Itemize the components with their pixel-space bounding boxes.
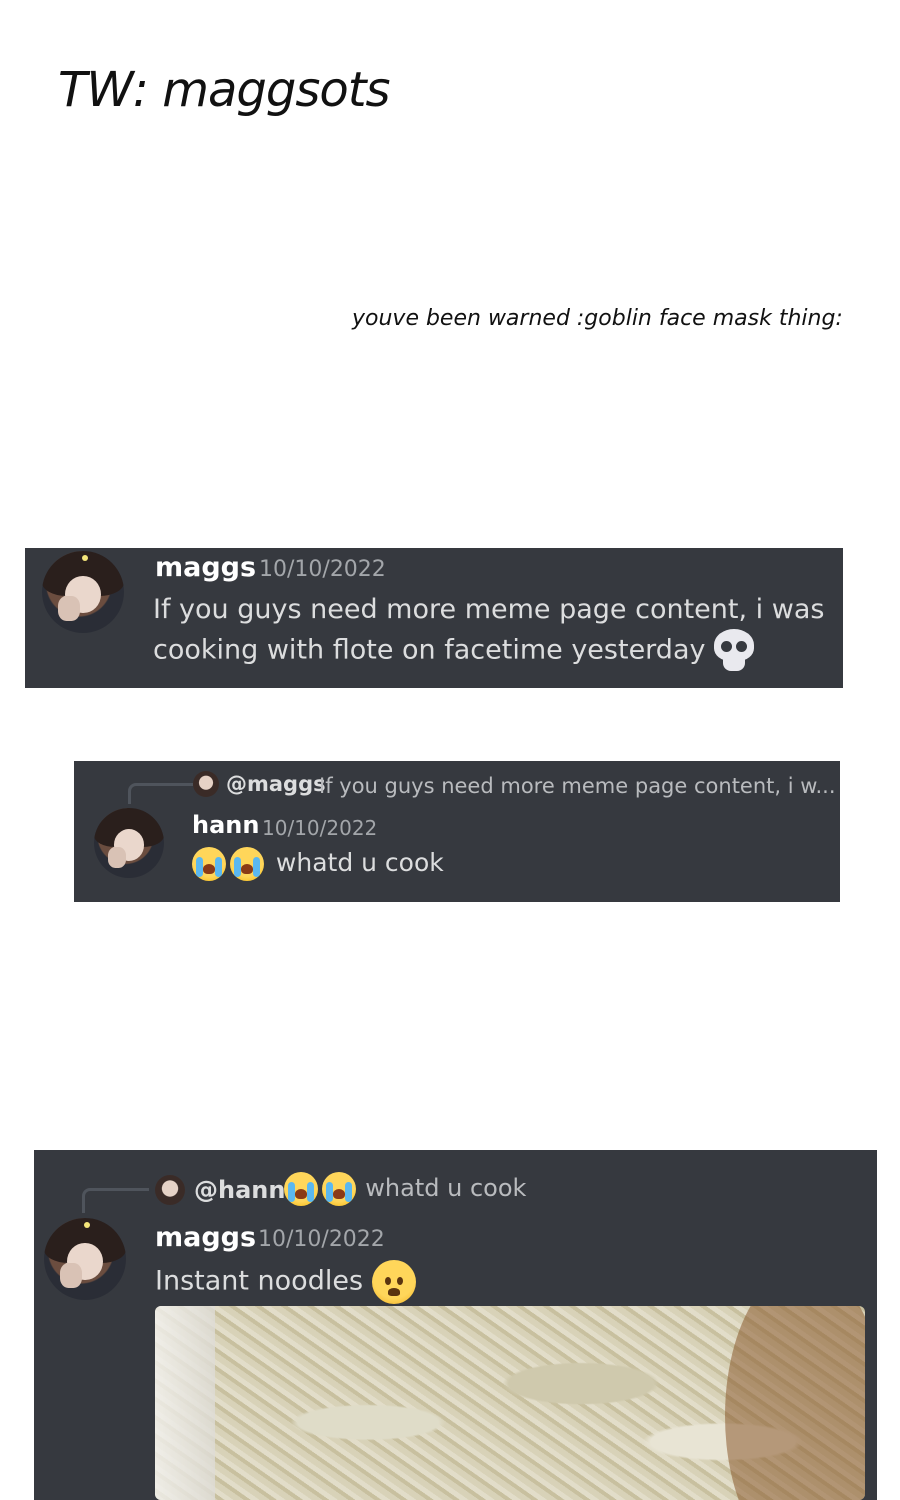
- loudly-crying-icon: [229, 847, 264, 881]
- message-text: Instant noodles: [155, 1260, 416, 1304]
- loudly-crying-icon: [284, 1172, 318, 1206]
- avatar[interactable]: [42, 551, 124, 633]
- worried-face-icon: [371, 1260, 416, 1304]
- reply-author[interactable]: @hann: [194, 1176, 285, 1204]
- reply-connector: [82, 1188, 149, 1213]
- warning-subtitle: youve been warned :goblin face mask thin…: [352, 306, 843, 331]
- message-body: whatd u cook: [275, 848, 444, 877]
- avatar[interactable]: [94, 808, 164, 878]
- page-title: TW: maggsots: [58, 62, 391, 118]
- timestamp: 10/10/2022: [259, 557, 386, 582]
- skull-icon: [714, 629, 755, 673]
- reply-connector: [128, 783, 193, 804]
- reply-avatar: [193, 771, 219, 797]
- timestamp: 10/10/2022: [258, 1227, 385, 1252]
- message-body: Instant noodles: [155, 1265, 364, 1297]
- message-text-line-1: If you guys need more meme page content,…: [153, 594, 825, 625]
- author-name[interactable]: maggs: [155, 552, 256, 583]
- noodles-photo[interactable]: [155, 1306, 865, 1500]
- reply-preview-text[interactable]: If you guys need more meme page content,…: [319, 774, 836, 798]
- loudly-crying-icon: [321, 1172, 356, 1206]
- reply-author[interactable]: @maggs: [226, 772, 326, 796]
- loudly-crying-icon: [192, 847, 226, 881]
- message-text-line-2: cooking with flote on facetime yesterday: [153, 634, 706, 666]
- message-card-2: @maggs If you guys need more meme page c…: [74, 761, 840, 902]
- message-text: If you guys need more meme page content,…: [153, 590, 833, 673]
- reply-preview-body: whatd u cook: [365, 1174, 527, 1202]
- reply-avatar: [155, 1175, 185, 1205]
- author-name[interactable]: hann: [192, 811, 259, 839]
- message-card-1: maggs 10/10/2022 If you guys need more m…: [25, 548, 843, 688]
- message-text: whatd u cook: [192, 845, 444, 881]
- timestamp: 10/10/2022: [262, 816, 378, 840]
- reply-preview-text[interactable]: whatd u cook: [284, 1172, 526, 1206]
- avatar[interactable]: [44, 1218, 126, 1300]
- author-name[interactable]: maggs: [155, 1222, 256, 1253]
